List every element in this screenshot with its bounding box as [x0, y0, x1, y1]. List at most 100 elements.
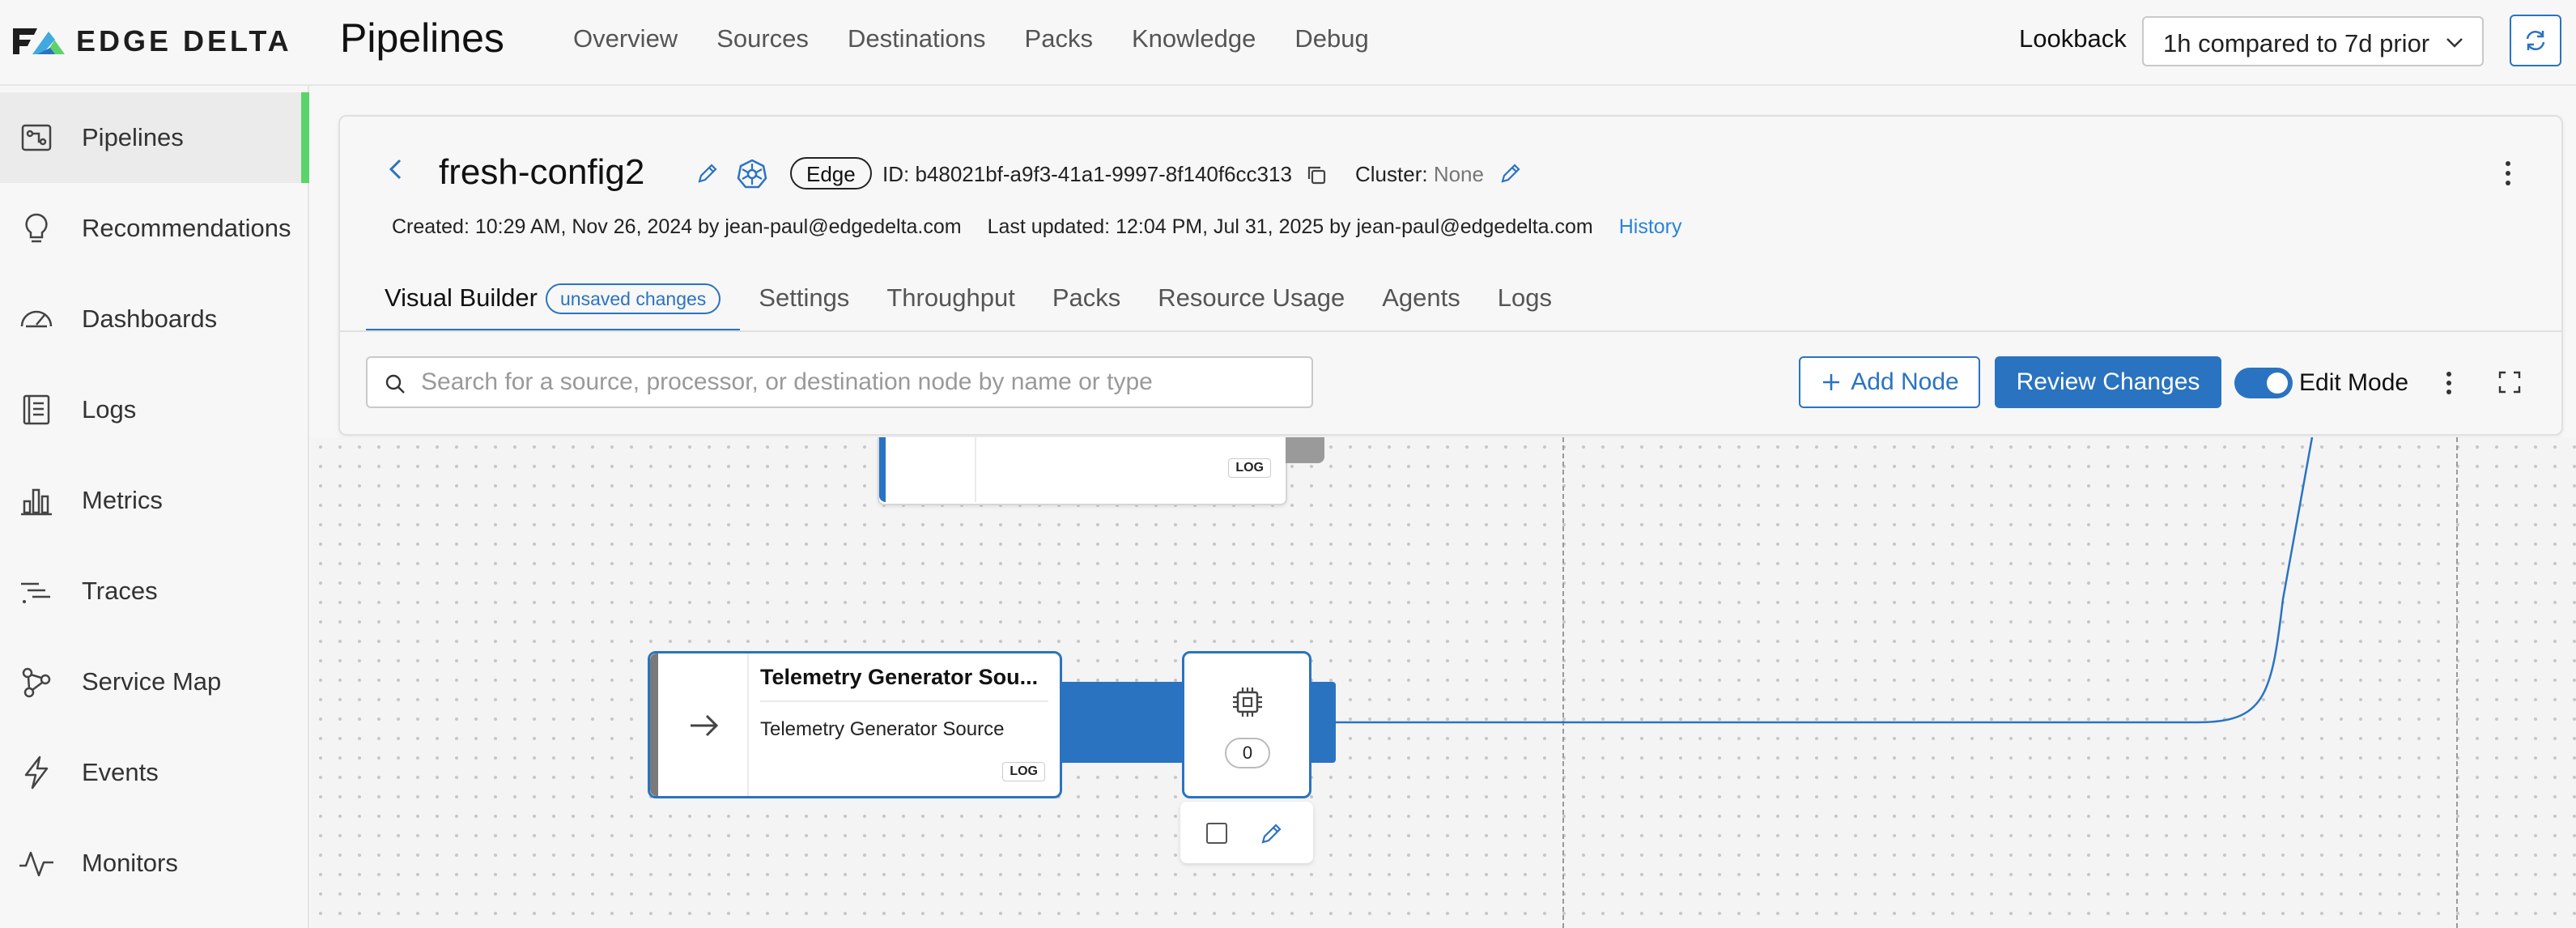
search-icon	[385, 374, 405, 394]
logo-mark-icon	[13, 28, 65, 54]
add-node-button[interactable]: Add Node	[1799, 356, 1980, 408]
node-icon-panel	[650, 653, 749, 796]
sidebar: Pipelines Recommendations Dashboards Log…	[0, 86, 309, 928]
service-map-icon	[22, 667, 51, 698]
sidebar-item-label: Recommendations	[82, 214, 291, 242]
cluster-info: Cluster: None	[1355, 162, 1484, 187]
node-title: Telemetry Generator Sou...	[760, 665, 1039, 689]
nav-debug[interactable]: Debug	[1294, 24, 1368, 53]
toolbar-more-icon[interactable]	[2442, 369, 2456, 397]
lightbulb-icon	[25, 213, 48, 243]
node-stripe	[650, 653, 658, 796]
column-guide	[2456, 437, 2458, 928]
select-node-checkbox[interactable]	[1206, 823, 1227, 844]
edit-node-icon[interactable]	[1260, 821, 1284, 845]
refresh-icon	[2526, 31, 2545, 50]
copy-icon[interactable]	[1305, 164, 1328, 186]
created-info: Created: 10:29 AM, Nov 26, 2024 by jean-…	[392, 215, 962, 238]
output-connector[interactable]	[1062, 682, 1184, 763]
plus-icon	[1823, 374, 1840, 390]
logs-icon	[23, 394, 50, 425]
pipeline-card: fresh-config2 Edge ID: b48021bf-a9f3-41a…	[338, 115, 2563, 436]
log-badge: LOG	[1228, 458, 1271, 478]
nav-sources[interactable]: Sources	[716, 24, 809, 53]
column-guide	[1562, 437, 1564, 928]
lookback-select[interactable]: 1h compared to 7d prior	[2142, 16, 2484, 66]
sidebar-item-label: Pipelines	[82, 123, 184, 151]
chevron-down-icon	[2446, 38, 2463, 48]
bar-chart-icon	[21, 488, 52, 516]
node-tab	[1286, 437, 1324, 463]
sidebar-item-traces[interactable]: Traces	[0, 546, 309, 636]
node-divider	[975, 437, 976, 502]
arrow-right-icon	[691, 714, 719, 737]
logo-text: EDGE DELTA	[76, 24, 292, 57]
sidebar-item-service-map[interactable]: Service Map	[0, 636, 309, 727]
tab-label: Visual Builder	[385, 283, 538, 312]
node-search[interactable]	[366, 356, 1313, 408]
cpu-icon	[1233, 687, 1262, 717]
lookback-label: Lookback	[2019, 24, 2127, 53]
edit-cluster-icon[interactable]	[1499, 162, 1522, 185]
tab-agents[interactable]: Agents	[1363, 279, 1479, 332]
pipeline-meta: Created: 10:29 AM, Nov 26, 2024 by jean-…	[392, 215, 1682, 239]
processor-count-badge: 0	[1225, 738, 1270, 768]
sidebar-item-label: Dashboards	[82, 304, 218, 333]
pipeline-tabs: Visual Builder unsaved changes Settings …	[366, 279, 1571, 332]
fullscreen-icon[interactable]	[2497, 369, 2523, 395]
sidebar-item-label: Service Map	[82, 667, 222, 696]
tab-logs[interactable]: Logs	[1479, 279, 1571, 332]
sidebar-item-monitors[interactable]: Monitors	[0, 818, 309, 909]
pulse-icon	[19, 851, 53, 877]
processor-actions	[1180, 802, 1313, 863]
kubernetes-icon	[737, 159, 767, 189]
pipeline-canvas[interactable]: LOG Telemetry Generator Sou... Telemetry…	[311, 437, 2576, 928]
sidebar-item-label: Events	[82, 758, 159, 786]
back-chevron-icon[interactable]	[384, 157, 408, 181]
unsaved-changes-badge: unsaved changes	[545, 283, 721, 314]
divider	[340, 330, 2561, 332]
pipeline-name: fresh-config2	[439, 152, 645, 192]
sidebar-item-label: Metrics	[82, 486, 163, 514]
edit-mode-toggle[interactable]	[2234, 368, 2293, 398]
updated-info: Last updated: 12:04 PM, Jul 31, 2025 by …	[987, 215, 1593, 238]
pipeline-id: ID: b48021bf-a9f3-41a1-9997-8f140f6cc313	[882, 162, 1292, 186]
gauge-icon	[20, 310, 53, 328]
search-input[interactable]	[421, 363, 1303, 402]
sidebar-item-metrics[interactable]: Metrics	[0, 455, 309, 546]
sidebar-item-dashboards[interactable]: Dashboards	[0, 274, 309, 364]
node-divider	[760, 700, 1048, 702]
history-link[interactable]: History	[1619, 215, 1682, 239]
sidebar-item-logs[interactable]: Logs	[0, 364, 309, 455]
traces-icon	[21, 582, 50, 603]
review-changes-button[interactable]: Review Changes	[1995, 356, 2221, 408]
cluster-label: Cluster:	[1355, 162, 1428, 186]
refresh-button[interactable]	[2510, 15, 2561, 66]
edge-delta-logo[interactable]: EDGE DELTA	[13, 24, 292, 58]
nav-overview[interactable]: Overview	[573, 24, 678, 53]
sidebar-item-recommendations[interactable]: Recommendations	[0, 183, 309, 274]
processor-node[interactable]: 0	[1182, 651, 1311, 798]
sidebar-item-label: Logs	[82, 395, 137, 424]
edit-name-icon[interactable]	[696, 162, 719, 185]
edge-type-badge: Edge	[790, 157, 872, 189]
sidebar-item-pipelines[interactable]: Pipelines	[0, 92, 309, 183]
top-nav: Overview Sources Destinations Packs Know…	[573, 24, 1369, 53]
log-badge: LOG	[1002, 762, 1045, 781]
sidebar-item-events[interactable]: Events	[0, 727, 309, 818]
tab-throughput[interactable]: Throughput	[868, 279, 1034, 332]
nav-destinations[interactable]: Destinations	[848, 24, 986, 53]
source-node-telemetry-generator[interactable]: Telemetry Generator Sou... Telemetry Gen…	[648, 651, 1062, 798]
tab-visual-builder[interactable]: Visual Builder unsaved changes	[366, 279, 741, 332]
nav-knowledge[interactable]: Knowledge	[1132, 24, 1256, 53]
tab-packs[interactable]: Packs	[1034, 279, 1139, 332]
tab-settings[interactable]: Settings	[740, 279, 868, 332]
nav-packs[interactable]: Packs	[1025, 24, 1093, 53]
more-options-icon[interactable]	[2500, 159, 2516, 188]
pipeline-node-partial[interactable]: LOG	[878, 437, 1324, 505]
top-bar: EDGE DELTA Pipelines Overview Sources De…	[0, 0, 2576, 86]
lookback-value: 1h compared to 7d prior	[2163, 29, 2430, 57]
tab-resource-usage[interactable]: Resource Usage	[1139, 279, 1363, 332]
lightning-icon	[24, 756, 49, 790]
cluster-value: None	[1433, 162, 1484, 186]
